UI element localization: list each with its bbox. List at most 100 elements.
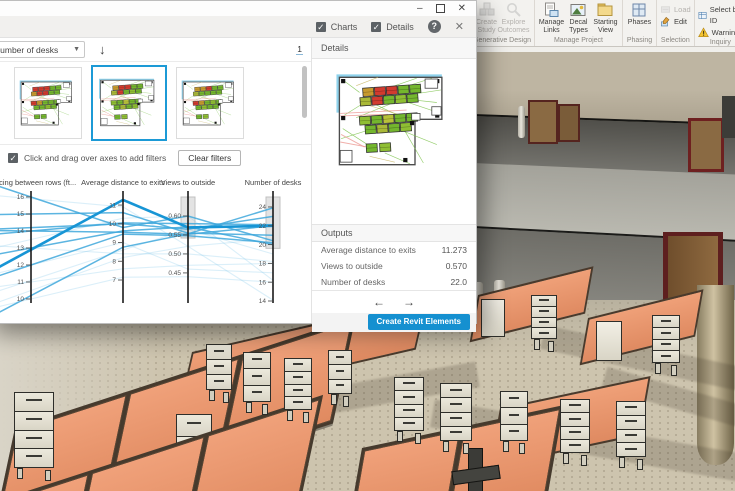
ribbon-group-phasing: Phases Phasing <box>623 0 657 46</box>
filters-checkbox[interactable]: ✓ <box>8 153 18 163</box>
thumbnails-scrollbar[interactable] <box>302 66 307 118</box>
clear-filters-button[interactable]: Clear filters <box>178 150 241 166</box>
outcome-thumbnail-1[interactable] <box>14 67 82 139</box>
maximize-icon[interactable] <box>436 4 445 13</box>
outcome-line <box>0 234 273 280</box>
axis-label: Average distance to exits <box>81 178 165 187</box>
ribbon-button-phases[interactable]: Phases <box>626 1 653 27</box>
desk-leg <box>331 394 337 405</box>
desk-pedestal <box>14 392 54 468</box>
drawer <box>207 345 231 360</box>
sort-dropdown[interactable]: Number of desks ▼ <box>0 41 85 58</box>
axis-tick-label: 11 <box>109 202 116 209</box>
axis-label: Number of desks <box>245 178 302 187</box>
details-checkbox-label: Details <box>386 22 414 32</box>
drawer <box>441 398 471 412</box>
download-icon[interactable]: ↓ <box>99 43 106 56</box>
scene-door <box>688 118 724 172</box>
desk-leg <box>209 390 215 401</box>
drawer <box>395 405 423 418</box>
ribbon-button-edit[interactable]: Edit <box>660 16 687 27</box>
desk-leg <box>581 455 587 466</box>
desk-leg <box>223 392 229 403</box>
next-outcome-arrow[interactable]: → <box>403 295 415 309</box>
desk-leg <box>619 457 625 468</box>
axis-label: Views to outside <box>161 178 215 187</box>
outputs-title: Outputs <box>312 224 476 242</box>
axis-tick-label: 8 <box>112 258 116 265</box>
axis-tick-label: 0.60 <box>168 213 181 220</box>
desk-leg <box>246 402 252 413</box>
desk-leg <box>397 431 403 442</box>
outcome-thumbnail-2[interactable] <box>91 65 167 141</box>
drawer <box>15 393 53 412</box>
ribbon-button-starting-view[interactable]: Starting View <box>592 1 619 35</box>
axis-tick-label: 16 <box>259 279 267 286</box>
ribbon-group-label: Phasing <box>626 36 653 46</box>
outcome-thumbnail-3[interactable] <box>176 67 244 139</box>
floor-plan-graphic <box>179 77 241 130</box>
ribbon-group-inquiry: Select by IDWarningsInquiry <box>695 0 735 46</box>
checkbox-checked-icon: ✓ <box>316 22 326 32</box>
desk-leg <box>287 410 293 421</box>
dialog-titlebar[interactable]: – ✕ <box>0 1 476 16</box>
axis-tick-label: 20 <box>259 242 267 249</box>
ribbon-group-label: Inquiry <box>698 38 735 48</box>
desk-leg <box>519 443 525 454</box>
drawer <box>501 392 527 408</box>
help-icon[interactable]: ? <box>428 20 441 33</box>
axis-tick-label: 7 <box>112 277 116 284</box>
axis-tick-label: 13 <box>17 245 25 252</box>
axis-tick-label: 24 <box>259 204 267 211</box>
desk-leg <box>637 459 643 470</box>
ribbon-button-decal-types[interactable]: Decal Types <box>565 1 592 35</box>
axis-tick-label: 18 <box>259 261 267 268</box>
ribbon-button-manage-links[interactable]: Manage Links <box>538 1 565 35</box>
desk-leg <box>503 441 509 452</box>
ribbon-button-select-by-id[interactable]: Select by ID <box>698 4 735 26</box>
create-study-icon <box>479 2 495 18</box>
dialog-close-icon[interactable]: ✕ <box>455 20 464 33</box>
drawer <box>617 402 645 416</box>
phases-icon <box>631 2 647 18</box>
charts-panel: Number of desks ▼ ↓ 1 ✓ Click and drag o… <box>0 38 311 323</box>
desk-pedestal <box>531 295 557 339</box>
previous-outcome-arrow[interactable]: ← <box>373 295 385 309</box>
output-label: Views to outside <box>321 261 383 271</box>
minimize-icon[interactable]: – <box>417 3 423 14</box>
desk-pedestal <box>284 358 312 410</box>
scene-ceiling <box>440 47 735 125</box>
manage-links-icon <box>543 2 559 18</box>
ribbon-group-label: Generative Design <box>473 36 531 46</box>
create-revit-elements-button[interactable]: Create Revit Elements <box>368 314 470 330</box>
axis-tick-label: 22 <box>259 223 267 230</box>
axis-tick-label: 0.50 <box>168 251 181 258</box>
desk-pedestal <box>243 352 271 402</box>
ribbon-button-label: Create Study <box>473 19 500 35</box>
details-checkbox[interactable]: ✓ Details <box>371 22 414 32</box>
drawer <box>532 318 556 329</box>
details-floor-plan <box>312 67 476 224</box>
close-icon[interactable]: ✕ <box>458 3 466 14</box>
outcome-line <box>0 277 273 310</box>
ribbon-button-warnings[interactable]: Warnings <box>698 27 735 38</box>
drawer <box>617 443 645 456</box>
desk-pedestal <box>560 399 590 453</box>
desk-pedestal <box>500 391 528 441</box>
drawer <box>395 418 423 430</box>
drawer <box>329 380 351 393</box>
drawer <box>285 359 311 372</box>
drawer <box>207 375 231 389</box>
scene-post <box>518 106 525 138</box>
ribbon-button-label: Decal Types <box>565 19 592 35</box>
chevron-down-icon: ▼ <box>73 46 80 53</box>
charts-checkbox[interactable]: ✓ Charts <box>316 22 358 32</box>
drawer <box>329 365 351 379</box>
output-row: Average distance to exits11.273 <box>312 242 476 258</box>
ribbon-button-label: Starting View <box>592 19 619 35</box>
parallel-coordinates-chart[interactable]: 16151413121110Spacing between rows (ft..… <box>0 171 311 323</box>
page-indicator[interactable]: 1 <box>296 44 303 55</box>
drawer <box>653 351 679 362</box>
drawer <box>441 427 471 440</box>
drawer <box>561 427 589 440</box>
